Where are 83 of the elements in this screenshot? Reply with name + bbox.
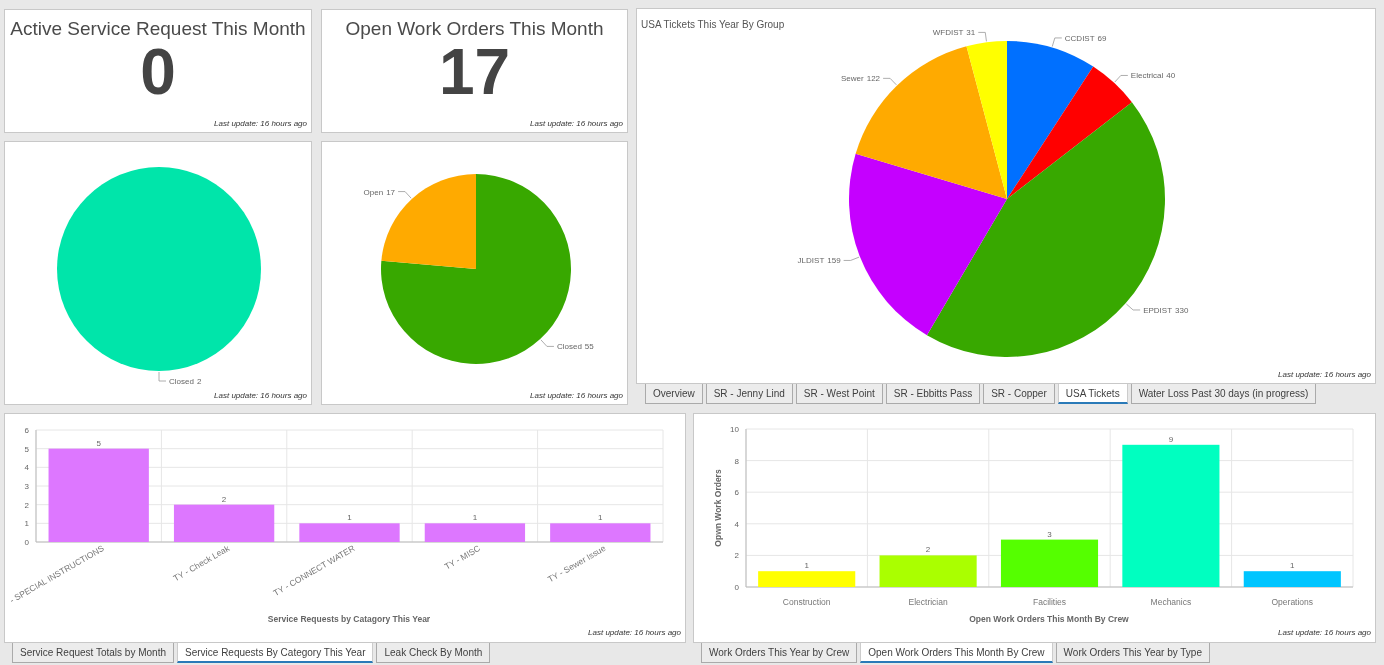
bar-value-label: 1: [598, 513, 603, 523]
axis-title: Opwn Work Orders: [713, 469, 723, 547]
category-label: Facilities: [1032, 597, 1067, 607]
leader-line: [158, 371, 167, 382]
axis-tick-label: 6: [24, 426, 29, 435]
axis-tick-label: 2: [734, 551, 739, 561]
axis-title: Service Requests by Catagory This Year: [267, 614, 431, 624]
tab[interactable]: Service Request Totals by Month: [12, 643, 174, 663]
tab[interactable]: USA Tickets: [1057, 384, 1128, 404]
bar-value-label: 2: [925, 545, 931, 555]
slice-label: WFDIST: [932, 28, 964, 38]
metric-value: 0: [140, 40, 176, 110]
slice-value: 2: [196, 377, 202, 386]
last-update-text: Last update: 16 hours ago: [214, 391, 307, 402]
last-update-text: Last update: 16 hours ago: [1278, 370, 1371, 381]
axis-tick-label: 4: [734, 519, 739, 529]
last-update-text: Last update: 16 hours ago: [214, 119, 307, 130]
slice-label: Electrical: [1130, 71, 1164, 81]
slice-value: 330: [1175, 306, 1189, 315]
slice-label: Closed: [169, 377, 194, 386]
card-title: Open Work Orders This Month: [345, 18, 604, 40]
slice-value: 31: [966, 28, 976, 38]
axis-tick-label: 6: [734, 488, 739, 498]
tab[interactable]: SR - Copper: [983, 384, 1055, 404]
leader-line: [540, 339, 555, 347]
slice-value: 40: [1166, 71, 1176, 81]
metric-value: 17: [438, 40, 511, 110]
tab[interactable]: Service Requests By Category This Year: [177, 643, 374, 663]
axis-tick-label: 4: [24, 463, 29, 473]
slice-label: Sewer: [841, 74, 864, 84]
axis-title: Open Work Orders This Month By Crew: [969, 614, 1129, 624]
category-label: Electrician: [908, 597, 948, 607]
leader-line: [843, 256, 860, 261]
tab[interactable]: Work Orders This Year by Type: [1055, 643, 1210, 663]
bar-value-label: 1: [472, 513, 478, 523]
slice-label: JLDIST: [797, 256, 825, 266]
axis-tick-label: 10: [730, 425, 739, 434]
axis-tick-label: 5: [24, 444, 29, 454]
tab[interactable]: SR - Ebbitts Pass: [885, 384, 981, 404]
bar-value-label: 1: [347, 513, 352, 523]
tab[interactable]: SR - West Point: [795, 384, 883, 404]
last-update-text: Last update: 16 hours ago: [530, 391, 623, 402]
bar-value-label: 3: [1047, 529, 1052, 539]
last-update-text: Last update: 16 hours ago: [588, 628, 681, 639]
slice-value: 122: [866, 74, 881, 84]
leader-line: [1125, 303, 1141, 311]
slice-label: Closed: [556, 342, 582, 352]
last-update-text: Last update: 16 hours ago: [1278, 628, 1371, 639]
category-label: Operations: [1271, 597, 1314, 607]
axis-tick-label: 2: [24, 500, 29, 510]
bar-value-label: 1: [804, 561, 809, 571]
slice-label: Open: [363, 187, 384, 197]
bar-value-label: 1: [1290, 561, 1295, 571]
tab[interactable]: Leak Check By Month: [376, 643, 491, 663]
axis-tick-label: 3: [24, 482, 29, 491]
axis-tick-label: 0: [734, 583, 739, 592]
last-update-text: Last update: 16 hours ago: [530, 119, 623, 130]
leader-line: [1114, 75, 1129, 83]
leader-line: [1051, 37, 1063, 47]
leader-line: [977, 32, 987, 42]
leader-line: [397, 191, 412, 199]
bar-value-label: 5: [96, 438, 101, 448]
tab[interactable]: Work Orders This Year by Crew: [701, 643, 858, 663]
category-label: Construction: [782, 597, 831, 607]
category-label: Mechanics: [1150, 597, 1192, 607]
slice-value: 17: [386, 187, 396, 197]
axis-tick-label: 0: [24, 538, 29, 547]
axis-tick-label: 1: [24, 519, 29, 529]
slice-label: EPDIST: [1143, 306, 1173, 315]
chart-title: USA Tickets This Year By Group: [641, 19, 785, 30]
leader-line: [882, 77, 897, 86]
slice-label: CCDIST: [1064, 33, 1095, 43]
bar-value-label: 2: [221, 494, 227, 504]
tab[interactable]: SR - Jenny Lind: [705, 384, 793, 404]
bar-value-label: 9: [1168, 434, 1174, 444]
card-title: Active Service Request This Month: [10, 18, 306, 40]
slice-value: 69: [1097, 33, 1107, 43]
slice-value: 159: [827, 256, 841, 266]
tab[interactable]: Open Work Orders This Month By Crew: [860, 643, 1053, 663]
tab[interactable]: Overview: [645, 384, 703, 404]
slice-value: 55: [584, 342, 594, 352]
axis-tick-label: 8: [734, 456, 739, 466]
tab[interactable]: Water Loss Past 30 days (in progress): [1130, 384, 1317, 404]
